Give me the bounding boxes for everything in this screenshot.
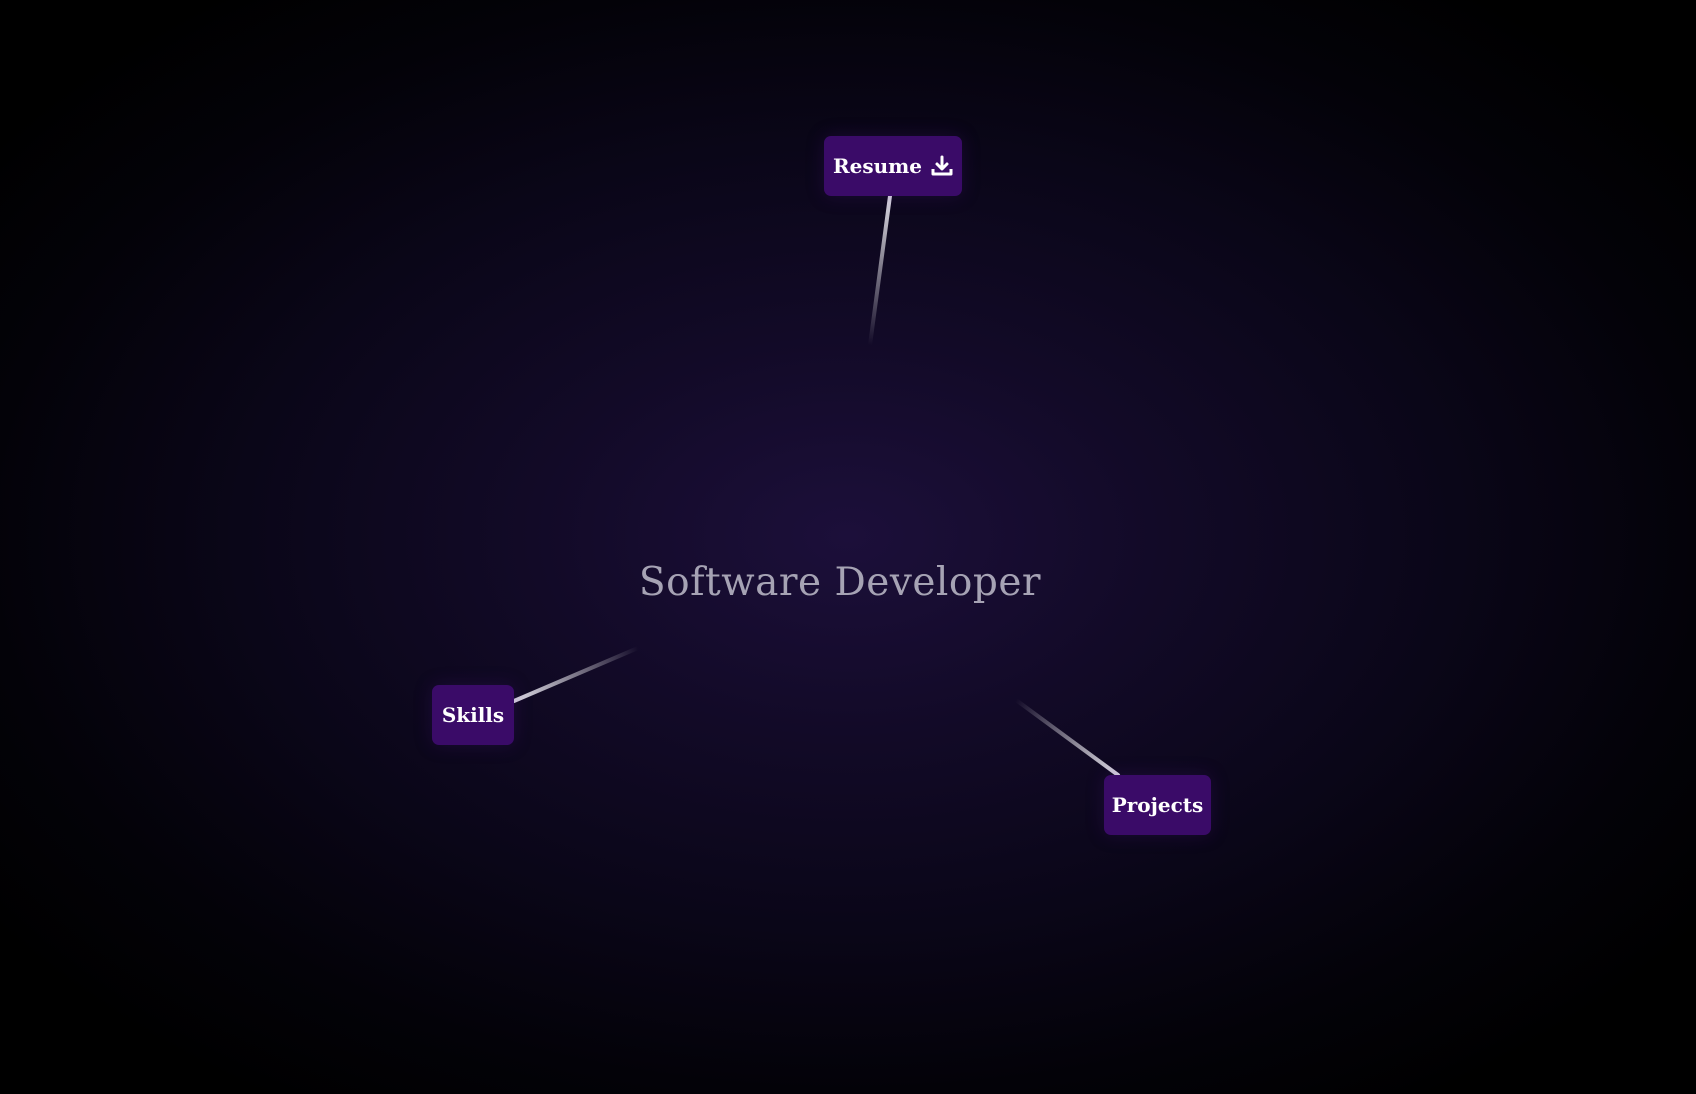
page-background: Software Developer Resume Skills Project…	[0, 0, 1696, 1094]
projects-button[interactable]: Projects	[1104, 775, 1211, 835]
page-title: Software Developer	[638, 560, 1042, 605]
connector-projects	[1014, 698, 1120, 777]
resume-label: Resume	[832, 154, 923, 178]
projects-label: Projects	[1111, 793, 1204, 817]
connector-resume	[868, 194, 892, 347]
skills-button[interactable]: Skills	[432, 685, 514, 745]
connector-skills	[512, 646, 640, 703]
download-icon	[931, 155, 953, 177]
resume-download-button[interactable]: Resume	[824, 136, 962, 196]
skills-label: Skills	[441, 703, 505, 727]
